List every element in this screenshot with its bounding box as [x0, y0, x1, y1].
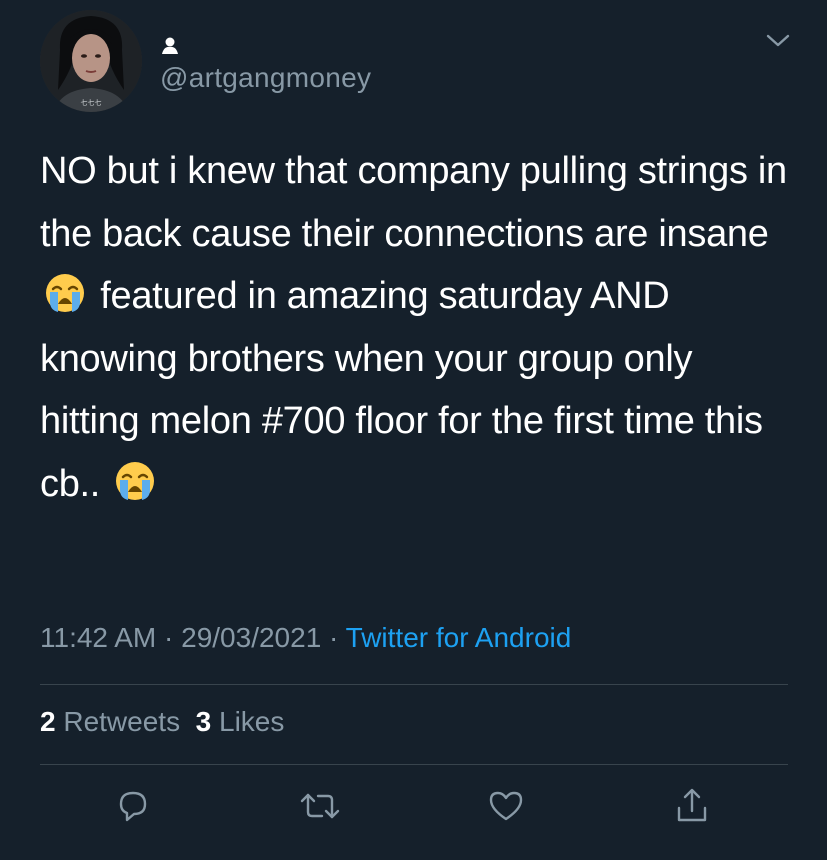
retweets-label: Retweets: [55, 706, 181, 737]
like-button[interactable]: [484, 784, 528, 828]
reply-icon: [119, 791, 147, 822]
like-icon: [489, 791, 523, 821]
divider: [40, 764, 788, 765]
tweet-stats: 2 Retweets 3 Likes: [40, 706, 284, 738]
tweet-meta: 11:42 AM · 29/03/2021 · Twitter for Andr…: [40, 622, 571, 654]
tweet-source-link[interactable]: Twitter for Android: [346, 622, 572, 653]
tweet-time: 11:42 AM: [40, 622, 157, 653]
share-icon: [677, 788, 707, 822]
reply-button[interactable]: [111, 784, 155, 828]
share-button[interactable]: [670, 784, 714, 828]
tweet-text-part1: NO but i knew that company pulling strin…: [40, 150, 787, 255]
likes-stat[interactable]: 3 Likes: [196, 706, 285, 737]
retweet-icon: [300, 793, 340, 819]
meta-separator: ·: [156, 622, 182, 653]
likes-count: 3: [195, 706, 212, 737]
loudly-crying-face-icon: [44, 272, 86, 314]
chevron-down-icon[interactable]: [764, 30, 792, 50]
retweets-count: 2: [40, 706, 56, 737]
avatar-caption: 七七七: [81, 98, 102, 107]
loudly-crying-face-icon: [114, 460, 156, 502]
retweets-stat[interactable]: 2 Retweets: [40, 706, 180, 737]
tweet-text: NO but i knew that company pulling strin…: [40, 140, 800, 515]
retweet-button[interactable]: [298, 784, 342, 828]
user-icon: [160, 36, 180, 56]
likes-label: Likes: [211, 706, 285, 737]
action-bar: [0, 784, 827, 834]
tweet-date: 29/03/2021: [181, 622, 322, 653]
meta-separator: ·: [321, 622, 346, 653]
avatar[interactable]: 七七七: [40, 10, 142, 112]
author-handle[interactable]: @artgangmoney: [160, 62, 371, 94]
divider: [40, 684, 788, 685]
